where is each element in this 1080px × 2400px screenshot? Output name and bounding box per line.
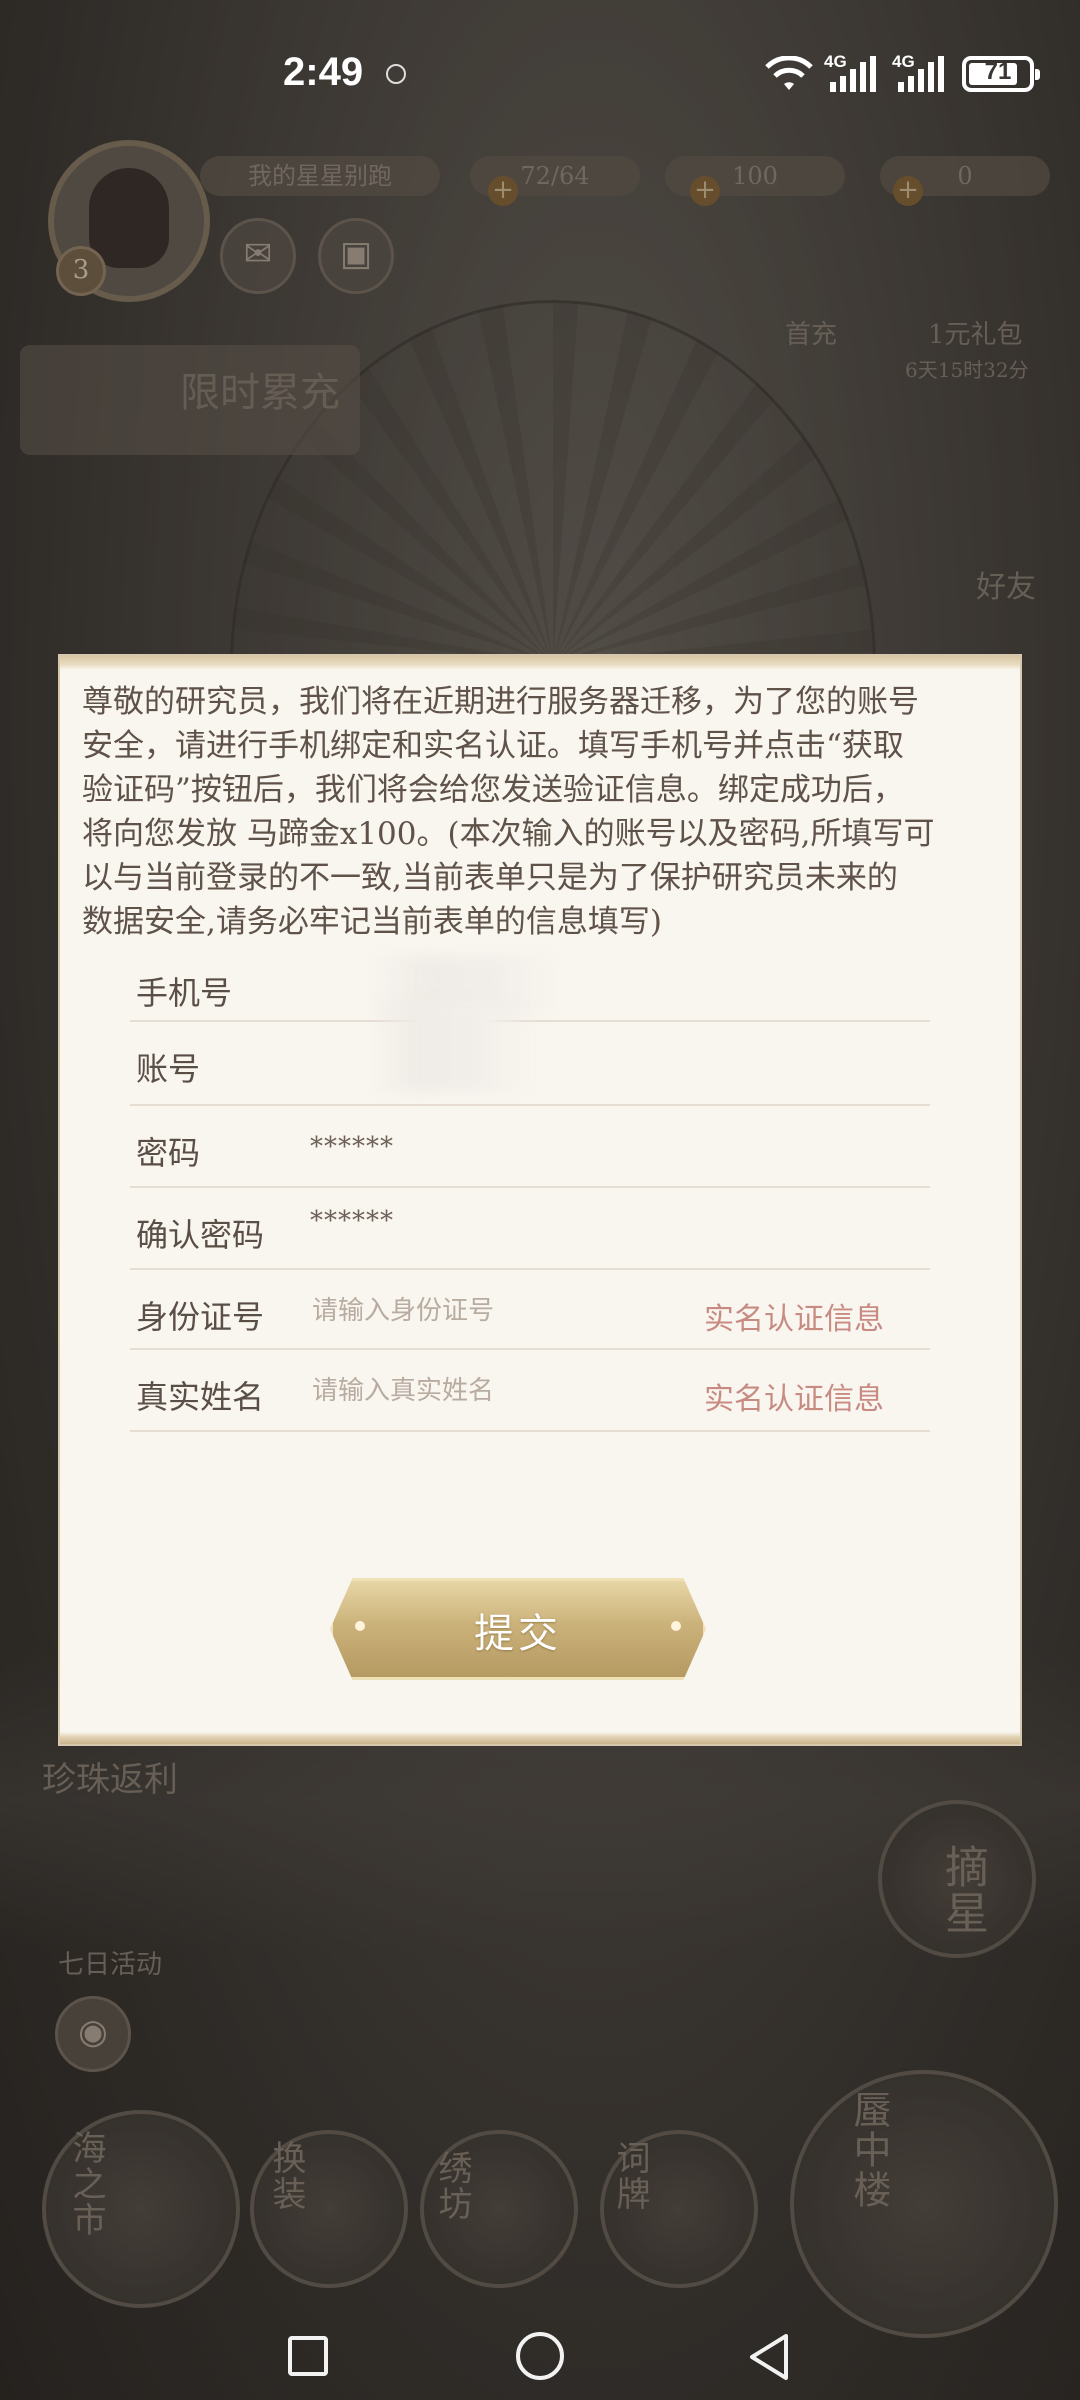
dialog-top-border xyxy=(60,656,1020,670)
id-number-hint: 实名认证信息 xyxy=(704,1302,884,1337)
real-name-input[interactable] xyxy=(310,1370,654,1412)
confirm-password-row: 确认密码 ****** xyxy=(130,1188,930,1270)
password-input[interactable]: ****** xyxy=(310,1132,394,1162)
id-number-label: 身份证号 xyxy=(136,1298,265,1336)
back-button[interactable] xyxy=(746,2332,792,2382)
battery-icon: 71 xyxy=(962,56,1040,92)
signal-1-label: 4G xyxy=(824,52,847,71)
id-number-row: 身份证号 实名认证信息 xyxy=(130,1270,930,1350)
signal-2-label: 4G xyxy=(892,52,915,71)
real-name-row: 真实姓名 实名认证信息 xyxy=(130,1350,930,1432)
password-label: 密码 xyxy=(136,1134,201,1172)
dialog-bottom-border xyxy=(60,1732,1020,1744)
account-input[interactable] xyxy=(370,1002,530,1092)
binding-form: 手机号 账号 密码 ****** 确认密码 ****** 身份证号 实名认证信息… xyxy=(130,946,930,1432)
submit-label: 提交 xyxy=(474,1611,562,1657)
battery-level: 71 xyxy=(984,58,1012,85)
account-label: 账号 xyxy=(136,1050,201,1088)
signal-icon-2: 4G xyxy=(892,52,948,96)
confirm-password-input[interactable]: ****** xyxy=(310,1206,394,1236)
system-nav-bar xyxy=(0,2290,1080,2400)
notification-icon xyxy=(386,64,406,84)
wifi-icon xyxy=(765,56,813,90)
recent-apps-button[interactable] xyxy=(288,2336,328,2376)
real-name-label: 真实姓名 xyxy=(136,1378,265,1416)
id-number-input[interactable] xyxy=(310,1290,654,1332)
status-bar: 2:49 4G 4G 71 xyxy=(0,0,1080,150)
notice-text: 尊敬的研究员，我们将在近期进行服务器迁移，为了您的账号 安全，请进行手机绑定和实… xyxy=(82,684,935,940)
binding-dialog: 尊敬的研究员，我们将在近期进行服务器迁移，为了您的账号 安全，请进行手机绑定和实… xyxy=(60,656,1020,1744)
phone-label: 手机号 xyxy=(136,974,233,1012)
signal-icon-1: 4G xyxy=(824,52,880,96)
real-name-hint: 实名认证信息 xyxy=(704,1382,884,1417)
button-ornament-right xyxy=(671,1621,681,1631)
password-row: 密码 ****** xyxy=(130,1106,930,1188)
submit-button[interactable]: 提交 xyxy=(330,1578,706,1680)
home-button[interactable] xyxy=(516,2332,564,2380)
confirm-password-label: 确认密码 xyxy=(136,1216,265,1254)
account-row: 账号 xyxy=(130,1002,930,1106)
phone-row: 手机号 xyxy=(130,946,930,1022)
status-time: 2:49 xyxy=(283,50,364,94)
